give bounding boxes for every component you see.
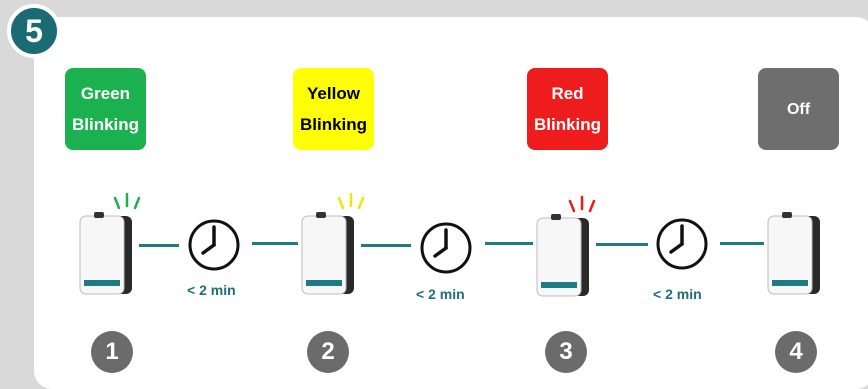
interval-label: < 2 min	[187, 282, 236, 298]
status-red-blinking: Red Blinking	[527, 68, 608, 150]
clock-icon	[656, 218, 708, 270]
connector-line	[361, 244, 411, 247]
status-line1: Yellow	[307, 84, 360, 103]
step-badge: 5	[7, 4, 61, 58]
status-line2: Blinking	[71, 115, 140, 134]
status-green-blinking: Green Blinking	[65, 68, 146, 150]
device-icon	[301, 212, 354, 295]
clock-icon	[188, 219, 240, 271]
device-icon	[536, 214, 589, 297]
device-icon	[767, 212, 820, 295]
connector-line	[485, 242, 533, 245]
interval-label: < 2 min	[416, 286, 465, 302]
connector-line	[720, 242, 764, 245]
blink-rays-icon	[337, 192, 365, 210]
connector-line	[252, 242, 298, 245]
connector-line	[596, 243, 648, 246]
status-line1: Red	[551, 84, 584, 103]
step-number: 3	[545, 331, 587, 373]
blink-rays-icon	[113, 192, 141, 210]
status-line2: Blinking	[299, 115, 368, 134]
step-number: 1	[91, 331, 133, 373]
step-number: 2	[307, 331, 349, 373]
interval-label: < 2 min	[653, 286, 702, 302]
step-number: 4	[775, 331, 817, 373]
status-off: Off	[758, 68, 839, 150]
device-icon	[79, 212, 132, 295]
connector-line	[139, 244, 179, 247]
status-line2: Blinking	[533, 115, 602, 134]
status-yellow-blinking: Yellow Blinking	[293, 68, 374, 150]
clock-icon	[420, 222, 472, 274]
panel	[34, 17, 868, 389]
status-line1: Green	[80, 84, 131, 103]
status-line1: Off	[786, 100, 811, 118]
